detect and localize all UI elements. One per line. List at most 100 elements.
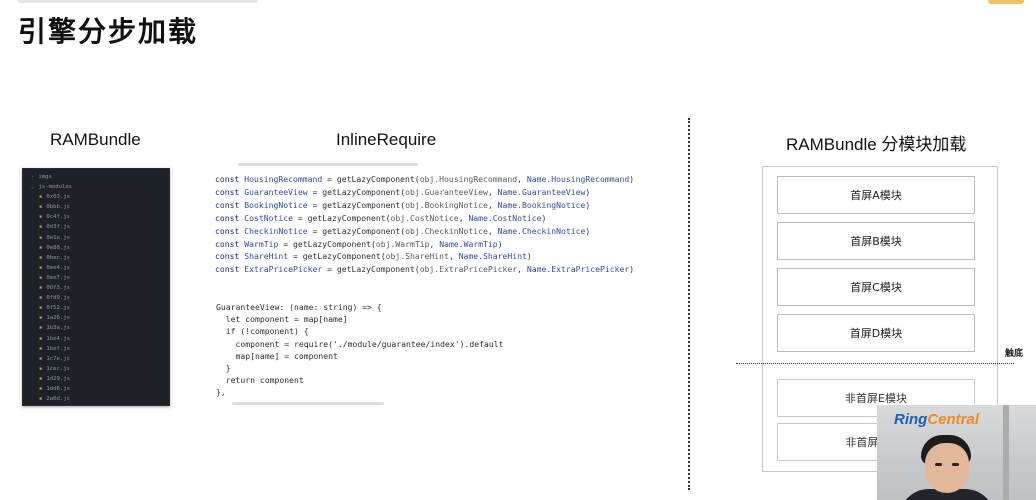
presenter-face [925,443,969,493]
header-breadcrumb [18,0,258,3]
code-name-ref: Name.HousingRecommand [526,174,630,184]
code-separator: , [517,174,527,184]
js-file-icon: ▪ [39,345,43,352]
code-argument: obj.ShareHint [385,251,449,262]
code-name-ref: Name.ExtraPricePicker [526,264,630,275]
guarantee-view-code: GuaranteeView: (name: string) => { let c… [216,301,504,399]
header-logo-icon [988,0,1024,4]
ram-bundle-title: RAMBundle [50,130,141,149]
js-file-icon: ▪ [39,264,43,271]
tree-file-name: 1cec.js [46,365,70,372]
code-line: GuaranteeView: (name: string) => { [216,302,382,312]
tree-file-item: ▪ 0x03.js [31,192,169,202]
code-name-ref: Name.GuaranteeView [497,186,586,197]
tree-folder-item: › imgs [31,172,169,182]
code-identifier: BookingNotice [244,199,308,210]
fold-line [736,363,1014,364]
code-identifier: CostNotice [244,212,293,223]
code-argument: obj.GuaranteeView [405,186,488,197]
webcam-backdrop-stand [1003,405,1009,500]
tree-file-item: ▪ 2a0d.js [31,394,169,404]
code-name-ref: Name.BookingNotice [497,199,586,210]
tree-file-name: 1dd6.js [46,385,70,392]
code-keyword: const [215,264,245,275]
file-tree-panel: › imgs ⌄ js-modules ▪ 0x03.js ▪ 0bbb.js ▪ 0c4f.js… [22,168,170,406]
tree-file-item: ▪ 0Of3.js [31,283,169,293]
tree-file-name: 1d29.js [46,375,70,382]
code-argument: obj.CheckinNotice [405,225,488,236]
code-paren: ) [585,186,591,197]
tree-file-name: 0Of3.js [46,285,70,292]
code-paren: ) [629,264,635,275]
tree-folder-item: ⌄ js-modules [31,182,169,192]
js-file-icon: ▪ [39,224,43,231]
js-file-icon: ▪ [39,214,43,221]
tree-file-name: 0bbb.js [46,204,70,211]
js-file-icon: ▪ [39,315,43,322]
tree-folder-name: js-modules [38,184,73,191]
code-call: = getLazyComponent( [278,238,376,249]
js-file-icon: ▪ [39,385,43,392]
code-keyword: const [215,174,245,184]
tree-file-item: ▪ 0bec.js [31,253,169,263]
tree-file-item: ▪ 0d3f.js [31,222,169,232]
code-name-ref: Name.CheckinNotice [497,225,586,236]
tree-file-name: 0e88.js [46,244,70,251]
tree-file-item: ▪ 0f52.js [31,303,169,313]
code-separator: , [448,251,459,262]
presenter-eye-right [952,463,959,466]
tree-file-item: ▪ 1dd6.js [31,384,169,394]
presenter-eye-left [935,463,942,466]
code-identifier: CheckinNotice [244,225,308,236]
chevron-icon: ⌄ [31,184,35,191]
code-keyword: const [215,199,245,210]
tree-file-name: 0d3f.js [46,224,70,231]
code-separator: , [487,186,498,197]
js-file-icon: ▪ [39,254,43,261]
code-keyword: const [215,238,245,249]
tree-file-item: ▪ 0bbb.js [31,202,169,212]
tree-file-name: 1be4.js [46,335,70,342]
tree-file-name: 0bec.js [46,254,70,261]
fold-label: 触底 [1005,349,1024,359]
tree-file-name: 0x03.js [46,194,70,201]
code-call: = getLazyComponent( [307,225,406,236]
tree-file-name: 1b3a.js [46,325,70,332]
code-line: const GuaranteeView = getLazyComponent(o… [215,186,634,199]
code-call: = getLazyComponent( [322,174,420,184]
code-paren: ) [541,212,547,223]
code-line: } [216,363,231,374]
code-paren: ) [585,225,591,236]
code-identifier: ExtraPricePicker [244,264,323,275]
js-file-icon: ▪ [39,375,43,382]
code-line: const CostNotice = getLazyComponent(obj.… [215,212,634,225]
js-file-icon: ▪ [39,305,43,312]
first-screen-module: 首屏D模块 [777,314,975,352]
tree-file-name: 1a26.js [46,315,70,322]
code-line: if (!component) { [216,326,309,337]
webcam-brand-logo: RingCentral [894,411,980,428]
top-strip [0,0,1036,6]
code-separator: , [487,199,498,210]
tree-file-name: 1bef.js [46,345,70,352]
code-separator: , [429,238,440,249]
js-file-icon: ▪ [39,396,43,403]
tree-file-item: ▪ 0e1e.js [31,233,169,243]
tree-file-item: ▪ 1bef.js [31,344,169,354]
inline-require-title: InlineRequire [336,130,437,149]
chevron-icon: › [31,174,35,180]
code-argument: obj.WarmTip [375,238,430,249]
tree-file-name: 0f52.js [46,305,70,312]
tree-file-item: ▪ 0ee7.js [31,273,169,283]
code-identifier: ShareHint [244,251,289,262]
js-file-icon: ▪ [39,285,43,292]
js-file-icon: ▪ [39,244,43,251]
code-line: return component [216,375,304,386]
tree-file-item: ▪ 0ee4.js [31,263,169,273]
code-argument: obj.CostNotice [390,212,459,223]
tree-file-name: 0ee4.js [46,264,70,271]
code-line: let component = map[name] [216,314,348,325]
code-paren: ) [585,199,591,210]
js-file-icon: ▪ [39,325,43,332]
code-line: const WarmTip = getLazyComponent(obj.War… [215,238,634,251]
